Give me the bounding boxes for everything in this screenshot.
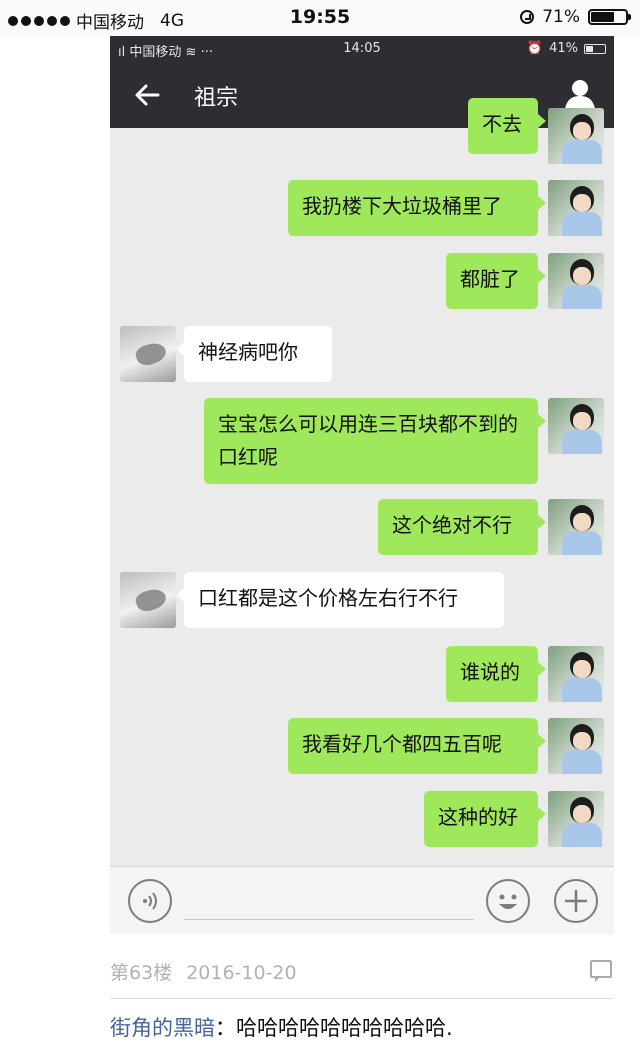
received-message-bubble[interactable]: 神经病吧你 bbox=[176, 326, 332, 382]
outer-battery-percent: 71% bbox=[542, 7, 580, 27]
inner-status-right: ⏰ 41% bbox=[527, 41, 606, 56]
sent-message-bubble[interactable]: 谁说的 bbox=[446, 646, 546, 702]
sent-message-bubble[interactable]: 不去 bbox=[468, 98, 546, 154]
rotation-lock-icon bbox=[520, 10, 535, 24]
my-avatar[interactable] bbox=[548, 791, 604, 847]
received-message-bubble[interactable]: 口红都是这个价格左右行不行 bbox=[176, 572, 504, 628]
plus-icon[interactable] bbox=[554, 879, 598, 923]
emoji-icon[interactable] bbox=[486, 879, 530, 923]
sent-message-bubble[interactable]: 我扔楼下大垃圾桶里了 bbox=[288, 180, 546, 236]
alarm-icon: ⏰ bbox=[526, 41, 544, 56]
contact-avatar[interactable] bbox=[120, 572, 176, 628]
message-list: 不去我扔楼下大垃圾桶里了都脏了神经病吧你宝宝怎么可以用连三百块都不到的口红呢这个… bbox=[110, 98, 614, 866]
comment-text: 哈哈哈哈哈哈哈哈哈哈. bbox=[236, 1016, 453, 1040]
my-avatar[interactable] bbox=[548, 499, 604, 555]
sent-message-bubble[interactable]: 这种的好 bbox=[424, 791, 546, 847]
my-avatar[interactable] bbox=[548, 718, 604, 774]
battery-icon bbox=[588, 9, 631, 25]
outer-status-bar: 中国移动 4G 19:55 71% bbox=[0, 0, 640, 36]
inner-status-bar: ıl 中国移动 ≋ ··· 14:05 ⏰ 41% bbox=[110, 36, 614, 62]
inner-battery-percent: 41% bbox=[549, 41, 578, 56]
contact-avatar[interactable] bbox=[120, 326, 176, 382]
my-avatar[interactable] bbox=[548, 398, 604, 454]
comment: 街角的黑暗：哈哈哈哈哈哈哈哈哈哈. bbox=[110, 1012, 453, 1042]
chat-title: 祖宗 bbox=[194, 86, 239, 111]
my-avatar[interactable] bbox=[548, 646, 604, 702]
my-avatar[interactable] bbox=[548, 108, 604, 164]
comment-username[interactable]: 街角的黑暗 bbox=[110, 1016, 215, 1040]
person-icon[interactable] bbox=[564, 78, 596, 110]
sent-message-bubble[interactable]: 我看好几个都四五百呢 bbox=[288, 718, 546, 774]
inner-battery-icon bbox=[584, 43, 606, 54]
floor-number: 第63楼 bbox=[110, 962, 173, 984]
divider bbox=[110, 998, 614, 999]
outer-status-right: 71% bbox=[520, 7, 631, 27]
comment-icon[interactable] bbox=[590, 960, 612, 982]
sent-message-bubble[interactable]: 宝宝怎么可以用连三百块都不到的口红呢 bbox=[204, 398, 546, 484]
arrow-left-icon[interactable] bbox=[132, 80, 162, 110]
sent-message-bubble[interactable]: 这个绝对不行 bbox=[378, 499, 546, 555]
battery-fill bbox=[591, 12, 614, 22]
my-avatar[interactable] bbox=[548, 253, 604, 309]
post-meta: 第63楼 2016-10-20 bbox=[110, 958, 297, 985]
my-avatar[interactable] bbox=[548, 180, 604, 236]
inner-battery-fill bbox=[586, 45, 594, 52]
message-input[interactable] bbox=[184, 919, 474, 920]
chat-screenshot: ıl 中国移动 ≋ ··· 14:05 ⏰ 41% 祖宗 不去我扔楼下大垃圾桶里… bbox=[110, 36, 614, 934]
comment-separator: ： bbox=[215, 1016, 236, 1040]
sent-message-bubble[interactable]: 都脏了 bbox=[446, 253, 546, 309]
input-bar bbox=[110, 866, 614, 934]
post-date: 2016-10-20 bbox=[186, 962, 297, 984]
voice-icon[interactable] bbox=[128, 879, 172, 923]
